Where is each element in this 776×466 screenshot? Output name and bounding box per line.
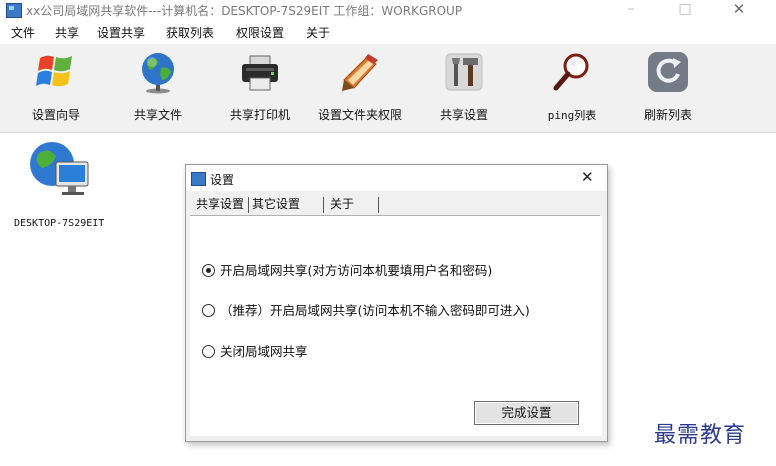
network-computer-icon	[30, 142, 89, 195]
option-label: 开启局域网共享(对方访问本机要填用户名和密码)	[220, 263, 493, 278]
radio-icon[interactable]	[202, 304, 215, 317]
tab-separator	[378, 197, 379, 213]
toolbar: 设置向导 共享文件 共享打印机 设置文件夹权限 共享设置 ping列表 刷新列表	[0, 44, 776, 133]
option-disable-sharing[interactable]: 关闭局域网共享	[202, 341, 308, 360]
folder-permissions-label: 设置文件夹权限	[317, 108, 402, 122]
title-bar: xx公司局域网共享软件---计算机名：DESKTOP-7S29EIT 工作组：W…	[0, 0, 776, 20]
minimize-button[interactable]: –	[608, 0, 654, 20]
share-settings-label: 共享设置	[439, 108, 488, 122]
dialog-title: 设置	[210, 173, 235, 187]
watermark-text: 最需教育	[654, 423, 747, 448]
tab-separator	[248, 197, 249, 213]
window-title: xx公司局域网共享软件---计算机名：DESKTOP-7S29EIT 工作组：W…	[26, 4, 463, 18]
complete-settings-button[interactable]: 完成设置	[474, 401, 579, 425]
setup-wizard-label: 设置向导	[31, 108, 80, 122]
menu-permissions[interactable]: 权限设置	[236, 24, 284, 41]
option-label: 关闭局域网共享	[220, 344, 308, 359]
radio-icon[interactable]	[202, 345, 215, 358]
printer-icon	[242, 55, 278, 91]
ping-list-button[interactable]: ping列表	[532, 46, 612, 126]
magnifier-icon	[553, 53, 589, 91]
dialog-app-icon	[191, 172, 206, 186]
share-settings-button[interactable]: 共享设置	[424, 46, 504, 126]
tab-about[interactable]: 关于	[330, 195, 354, 214]
share-files-button[interactable]: 共享文件	[118, 46, 198, 126]
folder-pencil-icon	[342, 54, 378, 91]
computer-item[interactable]: DESKTOP-7S29EIT	[14, 140, 124, 240]
app-icon	[6, 3, 22, 18]
folder-permissions-button[interactable]: 设置文件夹权限	[312, 46, 408, 126]
close-button[interactable]: ✕	[716, 0, 762, 20]
menu-set-share[interactable]: 设置共享	[97, 24, 145, 41]
settings-dialog: 设置 ✕ 共享设置 其它设置 关于 开启局域网共享(对方访问本机要填用户名和密码…	[185, 164, 608, 442]
share-printer-button[interactable]: 共享打印机	[220, 46, 300, 126]
option-share-no-password[interactable]: （推荐）开启局域网共享(访问本机不输入密码即可进入)	[202, 300, 530, 319]
refresh-list-button[interactable]: 刷新列表	[628, 46, 708, 126]
radio-selected-icon[interactable]	[202, 264, 215, 277]
computer-name-label: DESKTOP-7S29EIT	[14, 218, 105, 229]
tab-separator	[323, 197, 324, 213]
setup-wizard-button[interactable]: 设置向导	[16, 46, 96, 126]
ping-list-label: ping列表	[547, 109, 597, 122]
tab-share-settings[interactable]: 共享设置	[196, 195, 244, 214]
dialog-close-button[interactable]: ✕	[581, 168, 594, 186]
menu-bar: 文件 共享 设置共享 获取列表 权限设置 关于	[0, 22, 776, 42]
share-files-label: 共享文件	[133, 108, 182, 122]
refresh-list-label: 刷新列表	[643, 108, 692, 122]
globe-icon	[142, 53, 174, 94]
option-share-with-password[interactable]: 开启局域网共享(对方访问本机要填用户名和密码)	[202, 260, 492, 279]
menu-about[interactable]: 关于	[306, 24, 330, 41]
maximize-button[interactable]: □	[662, 0, 708, 20]
menu-file[interactable]: 文件	[11, 24, 35, 41]
menu-share[interactable]: 共享	[55, 24, 79, 41]
tab-other-settings[interactable]: 其它设置	[252, 195, 300, 214]
refresh-icon	[648, 52, 688, 92]
dialog-title-bar: 设置 ✕	[186, 165, 607, 191]
share-printer-label: 共享打印机	[229, 108, 290, 122]
windows-logo-icon	[36, 55, 72, 87]
option-label: （推荐）开启局域网共享(访问本机不输入密码即可进入)	[220, 303, 530, 318]
tools-icon	[445, 53, 483, 91]
menu-get-list[interactable]: 获取列表	[166, 24, 214, 41]
